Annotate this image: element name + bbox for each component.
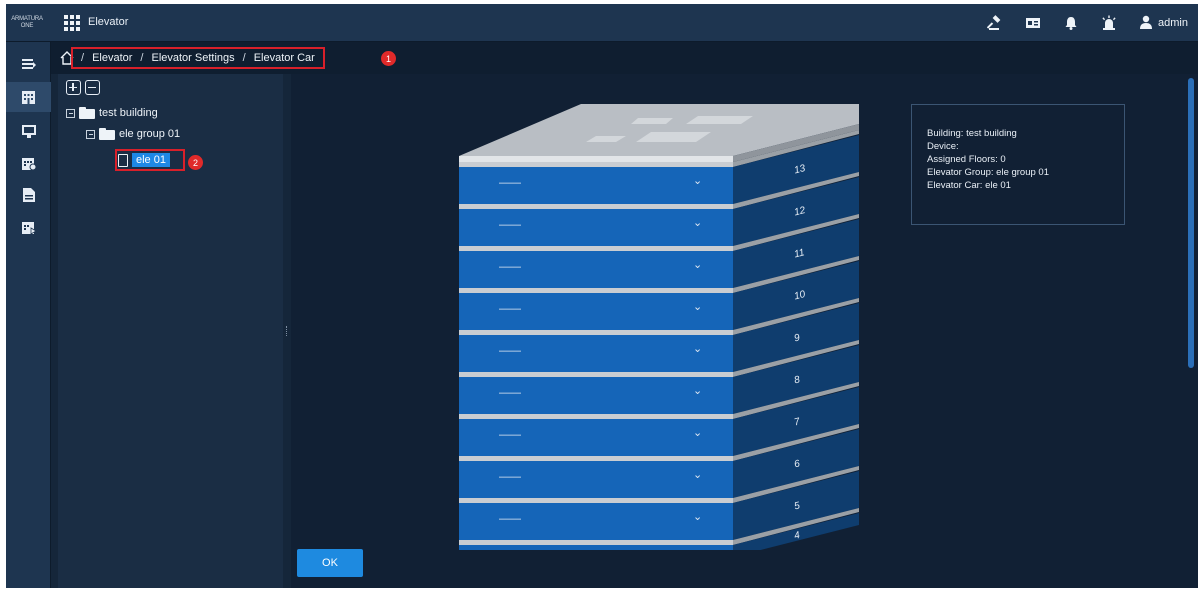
floor-device-label: ——: [499, 177, 521, 189]
main-area: —— ⌄ 13 —— ⌄ 12 —— ⌄ 11 —— ⌄ 10 —— ⌄ 9 —— ⌄ 8 —— ⌄ 7 —— ⌄ 6 —— ⌄ 5…: [291, 74, 1198, 588]
highlight-box: [115, 149, 185, 171]
info-device: Device:: [927, 141, 959, 152]
info-building: Building: test building: [927, 128, 1017, 139]
tree-toolbar: [66, 80, 100, 95]
folder-icon: [99, 128, 115, 140]
dropdown-chevron-icon[interactable]: ⌄: [693, 216, 702, 229]
dropdown-chevron-icon[interactable]: ⌄: [693, 468, 702, 481]
list-icon[interactable]: [6, 50, 51, 80]
username: admin: [1158, 17, 1188, 29]
scrollbar[interactable]: [1188, 78, 1194, 368]
tree-panel: test building ele group 01 ele 01 2: [58, 74, 283, 588]
breadcrumb-elevator[interactable]: Elevator: [92, 52, 132, 64]
brand-name: ARMATURA: [11, 16, 43, 22]
brand-suffix: ONE: [20, 23, 34, 29]
building-3d: —— ⌄13—— ⌄12—— ⌄11—— ⌄10—— ⌄9—— ⌄8—— ⌄7—— ⌄6—— ⌄5…: [459, 104, 859, 550]
tree-node-label: ele group 01: [119, 128, 181, 140]
document-icon[interactable]: [6, 180, 51, 210]
app-window: ARMATURA ONE Elevator admin / Elevator /…: [6, 4, 1198, 588]
collapse-toggle-icon[interactable]: [66, 108, 75, 118]
breadcrumb-separator: /: [140, 52, 144, 64]
dropdown-chevron-icon[interactable]: ⌄: [693, 174, 702, 187]
info-assigned-floors: Assigned Floors: 0: [927, 154, 1006, 165]
dropdown-chevron-icon[interactable]: ⌄: [693, 384, 702, 397]
brand-logo: ARMATURA ONE: [6, 4, 48, 42]
floor-device-label: ——: [499, 513, 521, 525]
floor-device-label: ——: [499, 261, 521, 273]
floor-device-label: ——: [499, 219, 521, 231]
collapse-all-icon[interactable]: [85, 80, 100, 95]
breadcrumb: / Elevator / Elevator Settings / Elevato…: [71, 47, 325, 69]
breadcrumb-elevator-settings[interactable]: Elevator Settings: [151, 52, 234, 64]
breadcrumb-separator: /: [242, 52, 246, 64]
report-icon[interactable]: [6, 212, 51, 242]
id-card-icon[interactable]: [1025, 15, 1041, 31]
app-title: Elevator: [88, 16, 129, 28]
dropdown-chevron-icon[interactable]: ⌄: [693, 300, 702, 313]
info-elevator-group: Elevator Group: ele group 01: [927, 167, 1049, 178]
bell-icon[interactable]: [1063, 15, 1079, 31]
floor-device-label: ——: [499, 387, 521, 399]
alarm-icon[interactable]: [1101, 15, 1117, 31]
breadcrumb-bar: / Elevator / Elevator Settings / Elevato…: [51, 42, 1198, 74]
user-icon: [1139, 15, 1153, 32]
left-rail: [6, 42, 51, 588]
info-elevator-car: Elevator Car: ele 01: [927, 180, 1011, 191]
gavel-icon[interactable]: [987, 15, 1003, 31]
ok-button[interactable]: OK: [297, 549, 363, 577]
breadcrumb-separator: /: [81, 52, 85, 64]
floor-device-label: ——: [499, 303, 521, 315]
floor-device-label: ——: [499, 345, 521, 357]
apps-grid-icon[interactable]: [64, 15, 80, 31]
floor-face[interactable]: [459, 545, 733, 550]
calendar-icon[interactable]: [6, 148, 51, 178]
tree-node-label: test building: [99, 107, 158, 119]
panel-splitter[interactable]: [283, 74, 291, 588]
user-menu[interactable]: admin: [1139, 15, 1188, 32]
tree-node-building[interactable]: test building: [66, 107, 158, 119]
callout-badge-2: 2: [188, 155, 203, 170]
monitor-icon[interactable]: [6, 116, 51, 146]
building-icon[interactable]: [6, 82, 51, 112]
dropdown-chevron-icon[interactable]: ⌄: [693, 510, 702, 523]
dropdown-chevron-icon[interactable]: ⌄: [693, 258, 702, 271]
top-bar: ARMATURA ONE Elevator admin: [6, 4, 1198, 42]
top-icons: admin: [987, 12, 1188, 34]
tree-node-group[interactable]: ele group 01: [86, 128, 180, 140]
expand-all-icon[interactable]: [66, 80, 81, 95]
floor-device-label: ——: [499, 471, 521, 483]
floor-device-label: ——: [499, 429, 521, 441]
info-card: Building: test building Device: Assigned…: [911, 104, 1125, 225]
collapse-toggle-icon[interactable]: [86, 129, 95, 139]
breadcrumb-elevator-car[interactable]: Elevator Car: [254, 52, 315, 64]
dropdown-chevron-icon[interactable]: ⌄: [693, 426, 702, 439]
callout-badge-1: 1: [381, 51, 396, 66]
folder-icon: [79, 107, 95, 119]
dropdown-chevron-icon[interactable]: ⌄: [693, 342, 702, 355]
